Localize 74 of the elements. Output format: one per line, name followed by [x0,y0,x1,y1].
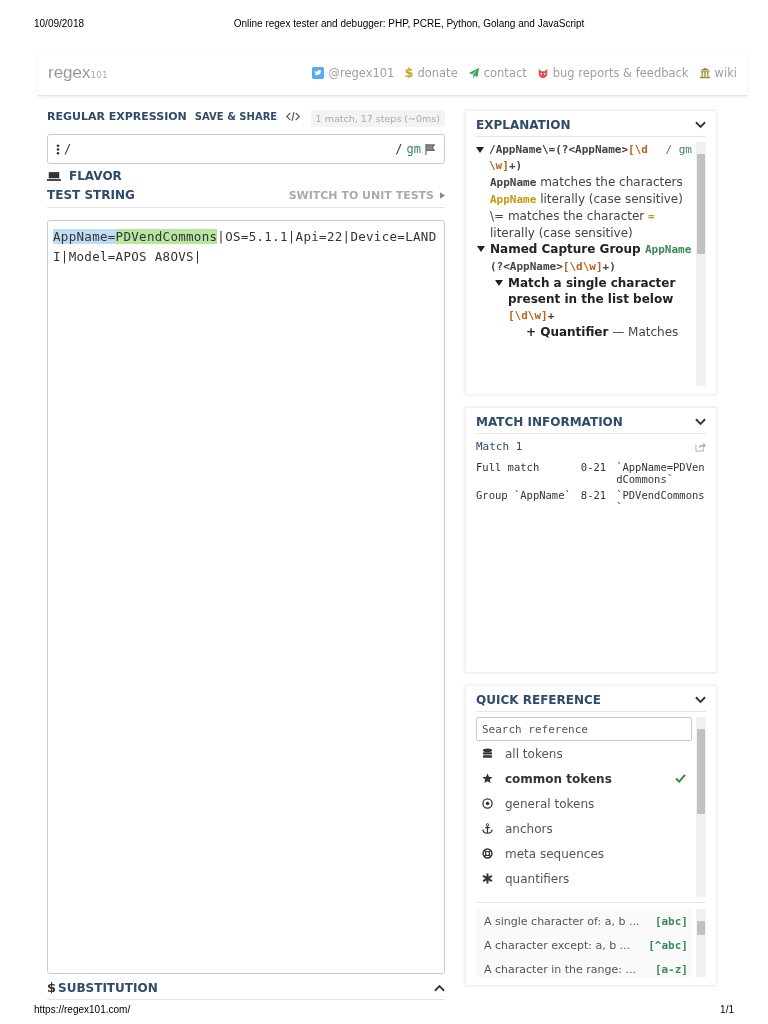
panel-title: QUICK REFERENCE [476,693,601,707]
category-item[interactable]: all tokens [476,741,692,766]
match-range: 0-21 [580,461,607,476]
category-item[interactable]: common tokens [476,766,692,791]
chevron-icon[interactable] [434,983,445,992]
explanation-text: AppName matches the characters AppName literally (case sensitive) [490,174,684,208]
regex-explanation-line: /AppName\=(?<AppName>[\d\w]+) [489,142,649,174]
chevron-icon[interactable] [695,121,706,129]
explanation-text: Match a single character present in the list below [508,275,677,307]
token-item[interactable]: A single character of: a, b ... [abc] [476,909,692,933]
pattern-code: (?<AppName>[\d\w]+) [490,259,617,275]
pattern-code: [\d\w]+ [508,308,556,324]
scrollbar[interactable] [696,717,706,897]
chevron-icon[interactable] [695,418,706,427]
kebab-menu-icon[interactable] [56,143,60,155]
section-title: REGULAR EXPRESSION [47,110,187,123]
bank-icon [698,66,711,79]
search-field[interactable]: Search reference [476,717,692,741]
expand-triangle-icon[interactable] [477,246,485,252]
scrollbar[interactable] [696,142,706,386]
match-label: Group `AppName` [476,489,571,504]
category-item[interactable]: quantifiers [476,866,692,891]
target-icon [482,798,493,809]
anchor-icon [482,823,493,834]
scrollbar[interactable] [696,909,706,977]
test-string-field[interactable]: AppName=PDVendCommons|OS=5.1.1|Api=22|Device=LANDI|Model=APOS A8OVS| [47,220,445,974]
match-label: Full match [476,461,541,476]
expand-triangle-icon[interactable] [495,280,503,286]
match-value: `AppName=PDVendCommons` [616,461,706,486]
token-item[interactable]: A character except: a, b ... [^abc] [476,933,692,957]
checkmark-icon [675,774,686,783]
section-title: TEST STRING [47,188,136,202]
save-share-link[interactable]: SAVE & SHARE [194,111,278,122]
asterisk-icon [482,873,493,884]
laptop-icon[interactable] [47,171,61,181]
lifebuoy-icon [482,848,493,859]
logo-suffix: 101 [90,69,108,80]
print-date: 10/09/2018 [34,17,85,29]
flavor-title[interactable]: FLAVOR [69,169,122,183]
category-item[interactable]: meta sequences [476,841,692,866]
test-string-text: AppName=PDVendCommons|OS=5.1.1|Api=22|Device=LANDI|Model=APOS A8OVS| [53,228,438,266]
dollar-icon: $ [404,65,414,80]
print-title: Online regex tester and debugger: PHP, PCRE, Python, Golang and JavaScript [233,17,585,29]
explanation-text: Named Capture Group AppName [490,241,692,258]
category-item[interactable]: general tokens [476,791,692,816]
section-title: SUBSTITUTION [58,980,159,995]
panel-title: MATCH INFORMATION [476,415,623,430]
match-range: 8-21 [580,489,607,504]
expand-triangle-icon[interactable] [476,147,484,153]
paper-plane-icon [467,66,480,79]
regex-input-field[interactable]: / / gm [47,134,445,164]
caret-right-icon [440,191,445,199]
code-brackets-icon[interactable] [285,111,302,122]
match-title: Match 1 [476,440,523,454]
bird-square-icon [312,66,325,79]
match-status: 1 match, 17 steps (~0ms) [310,110,445,127]
regex-close-delimiter: / [395,142,403,156]
database-icon [482,748,493,759]
category-item[interactable]: anchors [476,816,692,841]
regex-flags: / gm [665,142,692,158]
token-item[interactable]: A character in the range: ... [a-z] [476,957,692,977]
cat-face-icon [536,66,549,79]
regex-flags[interactable]: gm [406,142,421,156]
star-icon [482,773,493,784]
match-value: `PDVendCommons` [616,489,706,514]
page-number: 1/1 [720,1004,734,1015]
panel-title: EXPLANATION [476,118,571,132]
explanation-text: + Quantifier — Matches [526,324,680,340]
chevron-icon[interactable] [695,696,706,704]
print-url: https://regex101.com/ [34,1004,131,1015]
flag-icon[interactable] [425,143,436,155]
regex-open-delimiter: / [64,142,72,156]
explanation-text: \= matches the character = literally (case sensitive) [490,208,656,241]
dollar-icon: $ [47,980,57,995]
